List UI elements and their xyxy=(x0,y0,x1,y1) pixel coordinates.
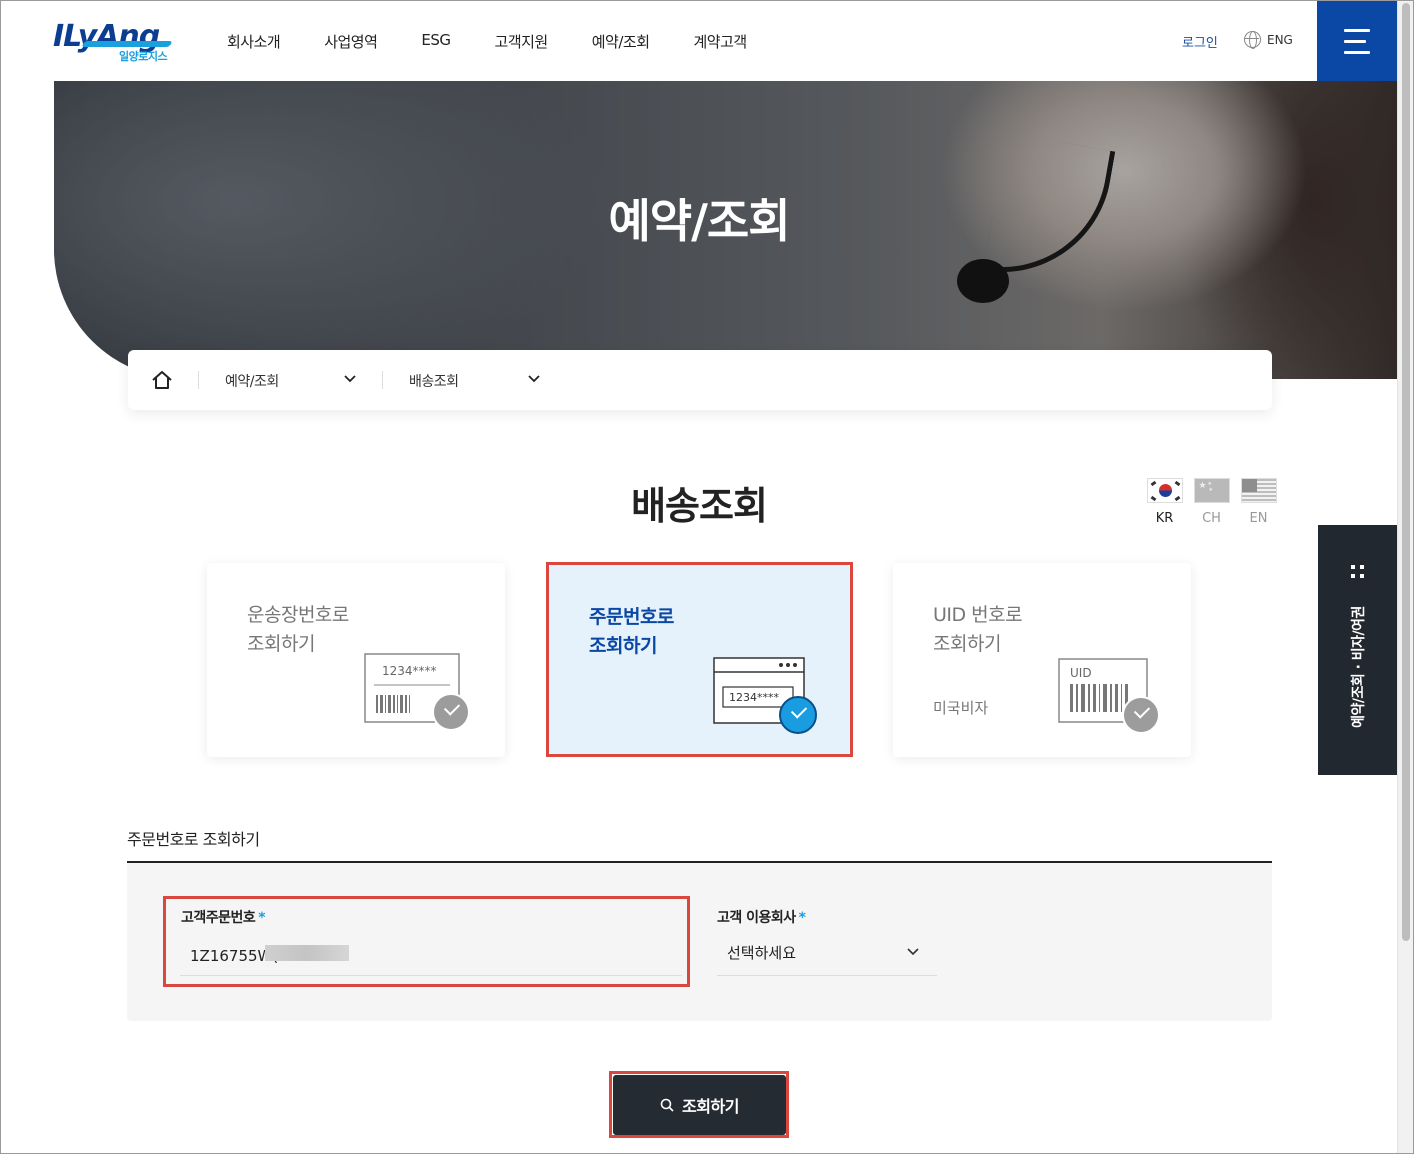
nav-item-reservation[interactable]: 예약/조회 xyxy=(592,31,650,52)
login-link[interactable]: 로그인 xyxy=(1182,32,1218,51)
menu-icon-bar xyxy=(1344,51,1370,54)
check-icon xyxy=(779,696,817,734)
nav-item-esg[interactable]: ESG xyxy=(421,31,451,52)
chevron-down-icon[interactable] xyxy=(906,945,920,959)
quick-menu-tab[interactable]: 예약/조회 · 비자/여권 xyxy=(1318,525,1397,775)
company-label-text: 고객 이용회사 xyxy=(717,910,796,926)
hero-title: 예약/조회 xyxy=(608,194,790,248)
grid-dots-icon xyxy=(1351,565,1365,579)
redacted-value-mask xyxy=(265,945,349,961)
company-select[interactable]: 선택하세요 xyxy=(717,936,937,976)
korea-flag-icon xyxy=(1146,478,1183,503)
search-button[interactable]: 조회하기 xyxy=(613,1075,786,1135)
menu-icon-bar xyxy=(1344,40,1366,43)
required-mark: * xyxy=(258,910,266,926)
logo-swoosh xyxy=(81,41,173,47)
chevron-down-icon[interactable] xyxy=(527,372,541,386)
ilyang-logo[interactable]: ILyAng 일양로지스 xyxy=(53,17,178,63)
headset-mic xyxy=(957,259,1009,303)
language-flags: KR ★ ★ ★ CH EN xyxy=(1141,478,1282,526)
lang-option-ch[interactable]: ★ ★ ★ CH xyxy=(1188,478,1235,526)
nav-item-company[interactable]: 회사소개 xyxy=(227,31,281,52)
order-number-label-text: 고객주문번호 xyxy=(181,910,256,926)
order-number-input[interactable] xyxy=(180,936,682,976)
hamburger-menu-button[interactable] xyxy=(1317,1,1397,81)
lang-option-kr[interactable]: KR xyxy=(1141,478,1188,526)
breadcrumb-divider xyxy=(198,371,199,389)
language-label: ENG xyxy=(1267,32,1293,47)
search-icon xyxy=(660,1098,674,1112)
form-heading: 주문번호로 조회하기 xyxy=(127,830,260,849)
search-button-label: 조회하기 xyxy=(682,1097,739,1116)
page-scrollbar[interactable] xyxy=(1397,1,1413,1153)
card-title: 운송장번호로 조회하기 xyxy=(247,604,349,655)
card-subtitle: 미국비자 xyxy=(933,699,989,717)
card-sample-text: 1234**** xyxy=(382,664,437,678)
required-mark: * xyxy=(798,910,806,926)
card-sample-text: UID xyxy=(1070,666,1092,680)
breadcrumb-level1[interactable]: 예약/조회 xyxy=(225,371,279,391)
usa-flag-icon xyxy=(1240,478,1277,503)
company-label: 고객 이용회사 * xyxy=(717,907,806,927)
lang-label-en: EN xyxy=(1249,511,1268,526)
chevron-down-icon[interactable] xyxy=(343,372,357,386)
language-switch[interactable]: ENG xyxy=(1244,31,1293,49)
quick-menu-label: 예약/조회 · 비자/여권 xyxy=(1351,606,1367,728)
breadcrumb-level2[interactable]: 배송조회 xyxy=(409,371,459,391)
logo-subtext: 일양로지스 xyxy=(119,50,168,63)
card-title: UID 번호로 조회하기 xyxy=(933,604,1023,655)
hero-banner: 예약/조회 xyxy=(54,81,1397,379)
check-icon xyxy=(432,693,470,731)
card-order-number-search[interactable]: 주문번호로 조회하기 1234**** xyxy=(549,565,850,754)
breadcrumb: 예약/조회 배송조회 xyxy=(128,350,1272,410)
order-number-label: 고객주문번호 * xyxy=(181,907,266,927)
check-icon xyxy=(1122,696,1160,734)
lang-label-kr: KR xyxy=(1155,511,1174,526)
menu-icon-bar xyxy=(1344,29,1370,32)
globe-icon xyxy=(1244,31,1261,49)
nav-item-support[interactable]: 고객지원 xyxy=(495,31,549,52)
nav-item-contract[interactable]: 계약고객 xyxy=(694,31,748,52)
card-title: 주문번호로 조회하기 xyxy=(589,606,674,657)
home-icon[interactable] xyxy=(151,369,173,391)
breadcrumb-divider xyxy=(382,371,383,389)
main-nav: 회사소개 사업영역 ESG 고객지원 예약/조회 계약고객 xyxy=(227,31,791,52)
nav-item-business[interactable]: 사업영역 xyxy=(324,31,378,52)
card-sample-text: 1234**** xyxy=(729,691,779,704)
site-header: ILyAng 일양로지스 회사소개 사업영역 ESG 고객지원 예약/조회 계약… xyxy=(1,1,1397,81)
card-uid-search[interactable]: UID 번호로 조회하기 미국비자 UID xyxy=(893,563,1191,757)
china-flag-icon: ★ ★ ★ xyxy=(1193,478,1230,503)
lang-label-ch: CH xyxy=(1202,511,1221,526)
card-waybill-search[interactable]: 운송장번호로 조회하기 1234**** xyxy=(207,563,505,757)
scrollbar-thumb[interactable] xyxy=(1402,3,1410,941)
lang-option-en[interactable]: EN xyxy=(1235,478,1282,526)
